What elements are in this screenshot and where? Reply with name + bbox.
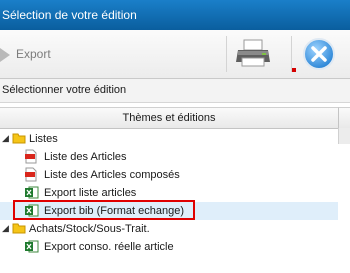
folder-icon [12,223,26,234]
column-chooser-button[interactable] [338,107,350,129]
collapse-arrow-icon[interactable]: ◢ [2,223,9,234]
scrollbar[interactable] [338,128,350,144]
highlight-box [13,200,195,220]
export-arrow-icon [0,48,10,62]
selector-label: Sélectionner votre édition [2,84,127,96]
tree-node-liste-articles-composes[interactable]: Liste des Articles composés [0,166,338,184]
tree-node-label: Export conso. réelle article [44,241,174,253]
toolbar: Export [0,30,350,79]
pdf-icon [25,167,37,182]
tree-node-label: Liste des Articles [44,151,127,163]
tree-node-label: Liste des Articles composés [44,169,180,181]
title-bar: Sélection de votre édition [0,0,350,30]
tree-node-label: Export liste articles [44,187,137,199]
tree-node-liste-articles[interactable]: Liste des Articles [0,148,338,166]
printer-button[interactable] [234,38,274,70]
tree-node-export-conso[interactable]: Export conso. réelle article [0,238,338,256]
toolbar-separator [291,36,292,72]
pdf-icon [25,149,37,164]
export-label: Export [16,47,51,61]
selector-bar: Sélectionner votre édition [0,79,350,103]
status-dot [292,68,296,72]
collapse-arrow-icon[interactable]: ◢ [2,133,9,144]
toolbar-separator [226,36,227,72]
tree-node-achats-stock[interactable]: ◢ Achats/Stock/Sous-Trait. [0,220,338,238]
tree-node-label: Achats/Stock/Sous-Trait. [29,223,150,235]
printer-icon [236,39,270,67]
tree-node-listes[interactable]: ◢ Listes [0,130,338,148]
excel-icon [25,186,39,199]
excel-icon [25,240,39,253]
tree-node-label: Listes [29,133,58,145]
close-button[interactable] [302,37,336,71]
tree-column-header[interactable]: Thèmes et éditions [0,107,338,129]
column-header-label: Thèmes et éditions [122,112,216,124]
window-title: Sélection de votre édition [2,8,137,22]
folder-icon [12,133,26,144]
export-button[interactable]: Export [0,44,70,66]
close-icon [303,38,335,70]
